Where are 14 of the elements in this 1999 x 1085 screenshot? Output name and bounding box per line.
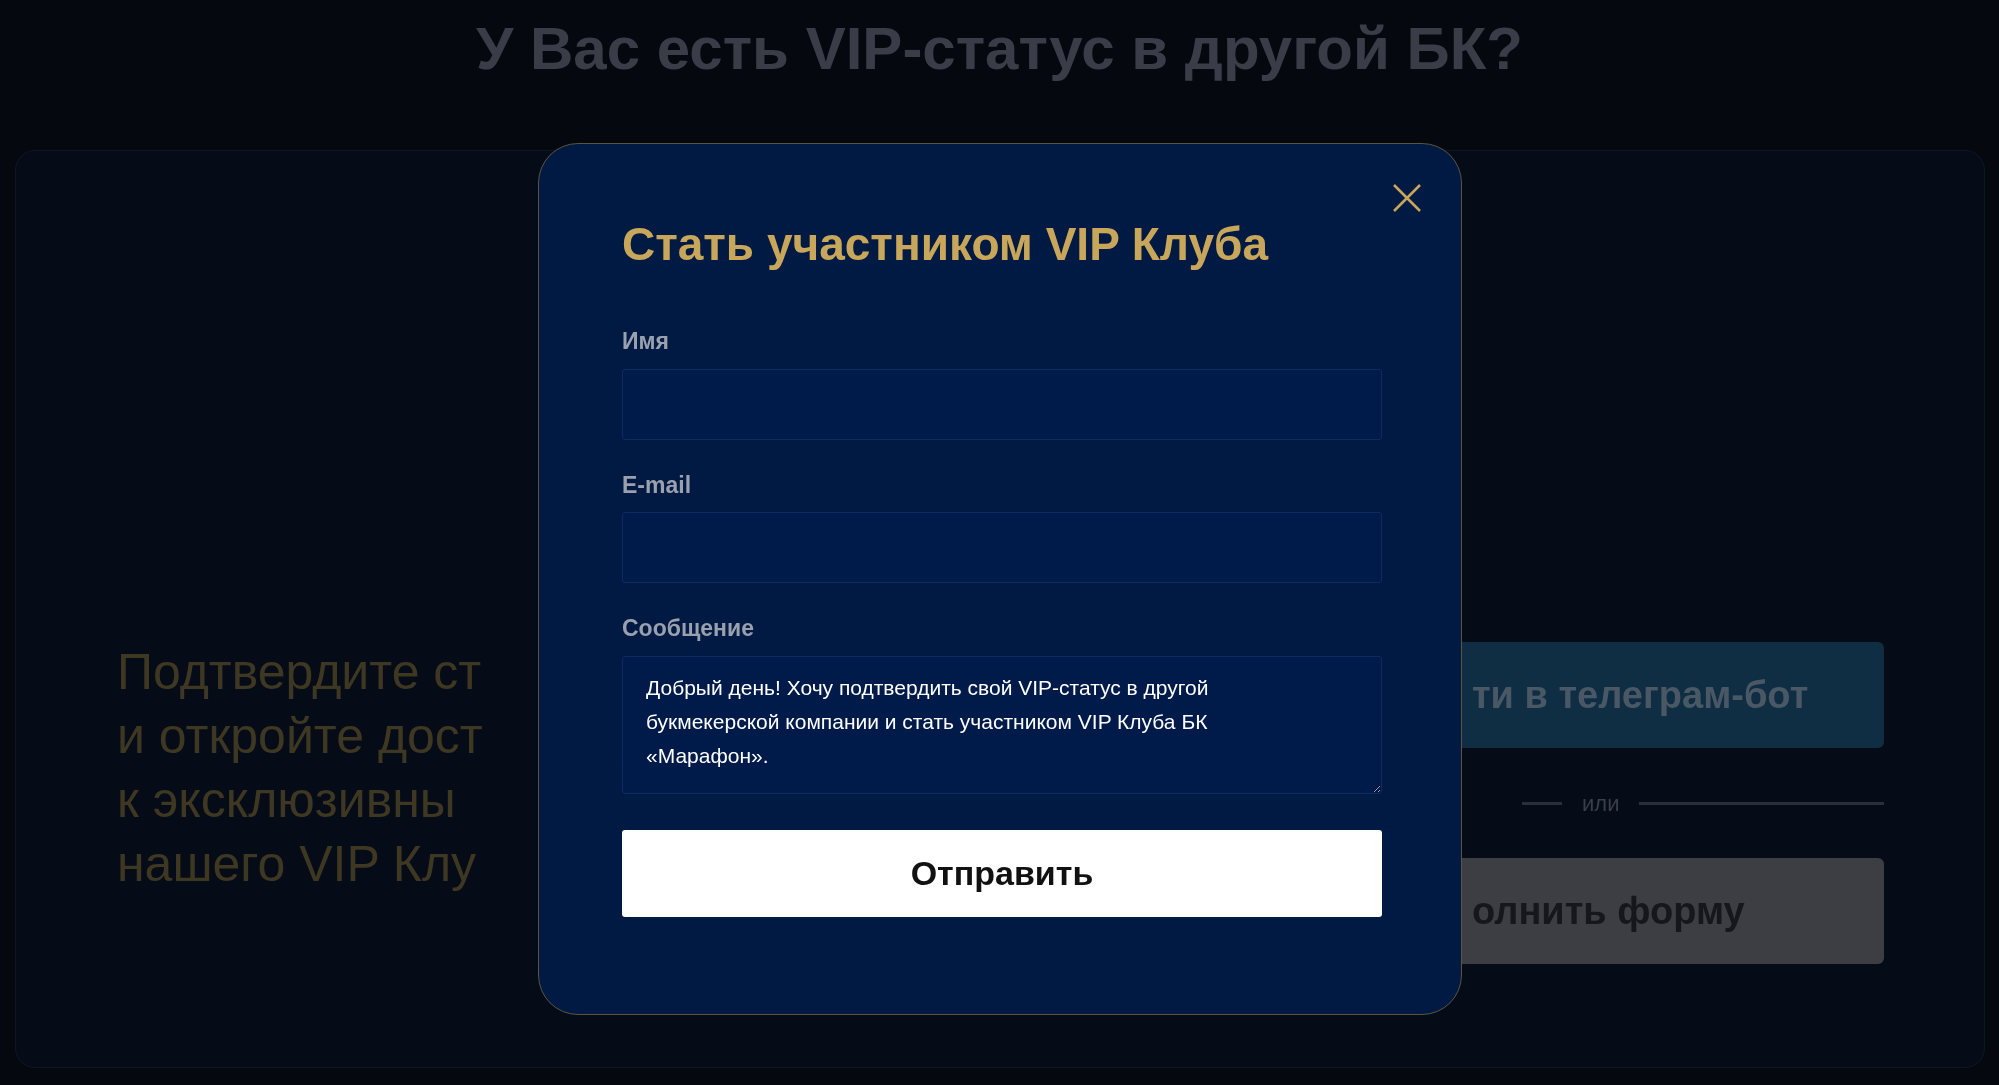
promo-text-line: к эксклюзивны xyxy=(117,771,457,830)
promo-text-line: Подтвердите ст xyxy=(117,643,483,702)
field-label: Имя xyxy=(622,327,670,356)
promo-text-line: нашего VIP Клу xyxy=(117,835,478,894)
promo-text-line: и откройте дост xyxy=(117,707,483,766)
field-label: Сообщение xyxy=(622,614,755,643)
modal-title: Стать участником VIP Клуба xyxy=(622,217,1270,272)
input-field[interactable] xyxy=(622,368,1382,440)
page-heading: У Вас есть VIP-статус в другой БК? xyxy=(475,14,1524,84)
input-field[interactable] xyxy=(622,512,1382,583)
message-field[interactable]: Добрый день! Хочу подтвердить свой VIP-статус в другой букмекерской компании и стать участником VIP Клуба БК «Марафон». xyxy=(622,655,1382,794)
submit-button[interactable]: Отправить xyxy=(622,829,1382,917)
field-label: E-mail xyxy=(622,470,693,500)
close-icon[interactable] xyxy=(1391,182,1423,214)
